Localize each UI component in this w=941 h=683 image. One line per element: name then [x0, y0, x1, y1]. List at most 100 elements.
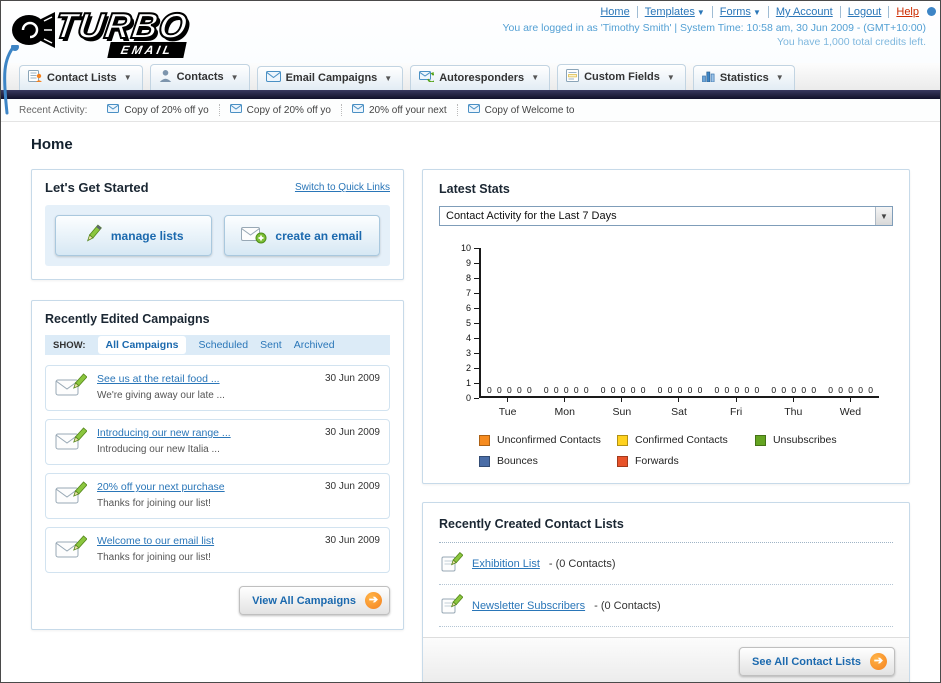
- header-link-help[interactable]: Help: [888, 6, 926, 18]
- chart-y-tick: 2: [466, 363, 479, 373]
- envelope-plus-icon: [241, 225, 267, 247]
- arrow-right-icon: ➔: [365, 592, 382, 609]
- chart-y-tick: 6: [466, 303, 479, 313]
- campaign-subtitle: Thanks for joining our list!: [97, 498, 211, 509]
- legend-swatch: [479, 455, 490, 467]
- filter-scheduled[interactable]: Scheduled: [198, 339, 248, 351]
- campaign-list-item: Introducing our new range ... Introducin…: [45, 419, 390, 465]
- legend-item: Unsubscribes: [754, 434, 893, 446]
- header-nav: Home Templates ▼ Forms ▼ My Account Logout…: [502, 6, 936, 18]
- header-link-logout[interactable]: Logout: [839, 6, 889, 18]
- legend-item: Forwards: [616, 455, 755, 467]
- header-link-templates[interactable]: Templates ▼: [636, 6, 712, 18]
- legend-item: Bounces: [479, 455, 617, 467]
- header-link-home[interactable]: Home: [593, 6, 636, 18]
- envelope-icon: [107, 104, 120, 116]
- main-navigation: Contact Lists ▼ Contacts ▼ Email Campaig…: [1, 63, 940, 90]
- campaign-date: 30 Jun 2009: [324, 481, 380, 492]
- switch-to-quick-links[interactable]: Switch to Quick Links: [295, 182, 390, 193]
- recent-activity-item[interactable]: Copy of Welcome to: [456, 104, 585, 116]
- envelope-pencil-icon: [55, 426, 88, 458]
- header-link-my-account[interactable]: My Account: [767, 6, 840, 18]
- nav-tab-autoresponders[interactable]: Autoresponders ▼: [410, 65, 551, 90]
- show-label: SHOW:: [53, 339, 86, 351]
- decorative-swoosh: [1, 43, 19, 120]
- get-started-panel: Let's Get Started Switch to Quick Links …: [31, 169, 404, 280]
- page-title: Home: [31, 136, 73, 153]
- nav-tab-email-campaigns[interactable]: Email Campaigns ▼: [256, 66, 404, 90]
- main-content: Home Let's Get Started Switch to Quick L…: [1, 122, 940, 682]
- left-column: Let's Get Started Switch to Quick Links …: [31, 169, 404, 630]
- campaign-list-item: Welcome to our email list Thanks for joi…: [45, 527, 390, 573]
- right-column: Latest Stats Contact Activity for the La…: [422, 169, 910, 682]
- envelope-icon: [351, 104, 364, 116]
- chart-x-label: Sat: [650, 398, 707, 418]
- campaign-list-item: 20% off your next purchase Thanks for jo…: [45, 473, 390, 519]
- filter-all-campaigns[interactable]: All Campaigns: [97, 336, 187, 354]
- custom-fields-icon: [566, 69, 580, 85]
- filter-sent[interactable]: Sent: [260, 339, 282, 351]
- envelope-icon: [265, 71, 281, 85]
- chevron-down-icon: ▼: [123, 73, 132, 82]
- manage-lists-button[interactable]: manage lists: [55, 215, 212, 256]
- chart-plot-area: 10 9 8 7 6 5 4 3 2 1 0 000000000000000000000000000…: [461, 243, 879, 403]
- nav-tab-contacts[interactable]: Contacts ▼: [149, 64, 250, 90]
- contact-activity-chart: 10 9 8 7 6 5 4 3 2 1 0 000000000000000000000000000…: [461, 243, 879, 418]
- pencil-note-icon: [441, 593, 464, 617]
- recent-activity-item[interactable]: 20% off your next: [340, 104, 457, 116]
- campaign-list-item: See us at the retail food ... We're givi…: [45, 365, 390, 411]
- chevron-down-icon: ▼: [230, 72, 239, 82]
- stats-period-select[interactable]: Contact Activity for the Last 7 Days ▼: [439, 206, 893, 226]
- chart-category-group: 00000: [487, 384, 532, 395]
- header-right: Home Templates ▼ Forms ▼ My Account Logout…: [502, 6, 936, 48]
- contact-list-count: - (0 Contacts): [548, 557, 616, 570]
- statistics-icon: [701, 70, 715, 85]
- campaign-title-link[interactable]: 20% off your next purchase: [97, 481, 315, 493]
- campaign-title-link[interactable]: See us at the retail food ...: [97, 373, 315, 385]
- chart-category-group: 00000: [828, 384, 873, 395]
- chart-category-group: 00000: [771, 384, 817, 395]
- header-link-forms[interactable]: Forms ▼: [711, 6, 768, 18]
- recent-activity-item[interactable]: Copy of 20% off yo: [218, 104, 341, 116]
- chart-x-label: Mon: [536, 398, 593, 418]
- contact-list-link[interactable]: Exhibition List: [472, 558, 540, 570]
- chart-category-group: 00000: [600, 384, 646, 395]
- campaign-list: See us at the retail food ... We're givi…: [45, 365, 390, 573]
- get-started-buttons: manage lists create an email: [45, 205, 390, 266]
- campaign-title-link[interactable]: Introducing our new range ...: [97, 427, 315, 439]
- envelope-pencil-icon: [55, 372, 88, 404]
- legend-item: Unconfirmed Contacts: [479, 434, 617, 446]
- legend-item: Confirmed Contacts: [616, 434, 755, 446]
- create-an-email-button[interactable]: create an email: [223, 215, 380, 256]
- envelope-icon: [467, 104, 480, 116]
- app-window: TURBO EMAIL Home Templates ▼ Forms ▼ My Ac…: [0, 0, 941, 683]
- chart-x-label: Wed: [822, 398, 879, 418]
- chart-x-labels: Tue Mon Sun Sat Fri Thu Wed: [479, 398, 879, 418]
- autoresponder-icon: [419, 70, 437, 85]
- campaign-title-link[interactable]: Welcome to our email list: [97, 535, 315, 547]
- logo-subtitle: EMAIL: [107, 42, 188, 58]
- see-all-contact-lists-button[interactable]: See All Contact Lists ➔: [738, 647, 895, 676]
- recent-activity-item[interactable]: Copy of 20% off yo: [97, 104, 218, 116]
- envelope-pencil-icon: [55, 534, 88, 566]
- legend-swatch: [479, 434, 490, 446]
- view-all-campaigns-button[interactable]: View All Campaigns ➔: [239, 586, 390, 615]
- header: TURBO EMAIL Home Templates ▼ Forms ▼ My Ac…: [1, 1, 940, 115]
- contact-list-link[interactable]: Newsletter Subscribers: [472, 600, 585, 612]
- campaign-filter-bar: SHOW: All Campaigns Scheduled Sent Archi…: [45, 335, 390, 355]
- campaign-date: 30 Jun 2009: [324, 535, 380, 546]
- chevron-down-icon: ▼: [752, 8, 761, 17]
- campaign-date: 30 Jun 2009: [324, 427, 380, 438]
- recent-activity-bar: Recent Activity: Copy of 20% off yo Copy…: [1, 99, 940, 122]
- chart-y-tick: 7: [466, 288, 479, 298]
- chevron-down-icon: ▼: [666, 72, 675, 82]
- nav-tab-statistics[interactable]: Statistics ▼: [692, 65, 795, 90]
- campaign-subtitle: We're giving away our late ...: [97, 390, 225, 401]
- pencil-note-icon: [441, 551, 464, 575]
- nav-tab-custom-fields[interactable]: Custom Fields ▼: [557, 64, 686, 90]
- legend-swatch: [616, 434, 628, 446]
- recent-contact-lists-title: Recently Created Contact Lists: [439, 517, 624, 531]
- chart-y-tick: 10: [461, 243, 479, 253]
- filter-archived[interactable]: Archived: [294, 339, 335, 351]
- nav-tab-contact-lists[interactable]: Contact Lists ▼: [19, 65, 143, 90]
